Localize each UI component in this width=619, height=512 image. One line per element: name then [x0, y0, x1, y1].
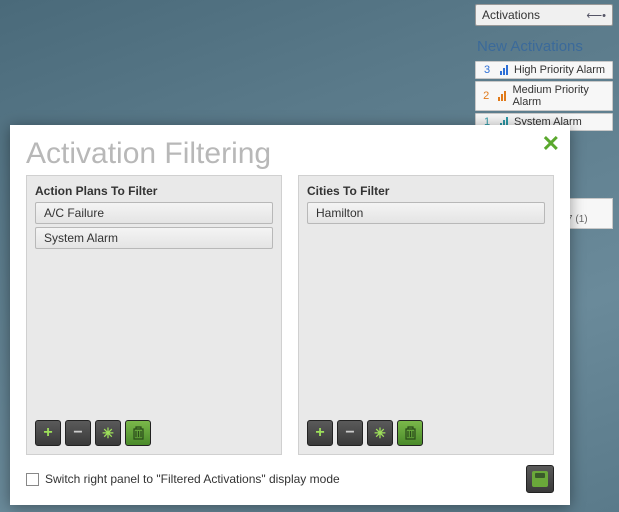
save-button[interactable]: [526, 465, 554, 493]
remove-button[interactable]: −: [65, 420, 91, 446]
trash-icon: [404, 426, 417, 440]
cities-heading: Cities To Filter: [307, 184, 545, 198]
panel-title: Activations: [482, 8, 540, 22]
alarm-row-high[interactable]: 3 High Priority Alarm: [475, 61, 613, 79]
add-button[interactable]: +: [307, 420, 333, 446]
action-plans-heading: Action Plans To Filter: [35, 184, 273, 198]
burst-button[interactable]: ✳: [367, 420, 393, 446]
list-item[interactable]: Hamilton: [307, 202, 545, 224]
new-activations-heading: New Activations: [475, 34, 613, 61]
add-button[interactable]: +: [35, 420, 61, 446]
trash-icon: [132, 426, 145, 440]
list-item[interactable]: System Alarm: [35, 227, 273, 249]
burst-button[interactable]: ✳: [95, 420, 121, 446]
display-mode-checkbox[interactable]: [26, 473, 39, 486]
delete-button[interactable]: [397, 420, 423, 446]
display-mode-option: Switch right panel to "Filtered Activati…: [26, 472, 340, 486]
close-button[interactable]: ✕: [542, 133, 560, 155]
signal-icon: [500, 65, 508, 75]
alarm-count: 3: [480, 64, 494, 76]
display-mode-label: Switch right panel to "Filtered Activati…: [45, 472, 340, 486]
action-plans-column: Action Plans To Filter A/C Failure Syste…: [26, 175, 282, 455]
delete-button[interactable]: [125, 420, 151, 446]
cities-list: Hamilton: [307, 202, 545, 227]
alarm-row-medium[interactable]: 2 Medium Priority Alarm: [475, 81, 613, 111]
signal-icon: [498, 91, 506, 101]
pin-icon[interactable]: ⟵•: [586, 9, 606, 22]
alarm-label: Medium Priority Alarm: [512, 84, 608, 108]
cities-column: Cities To Filter Hamilton + − ✳: [298, 175, 554, 455]
remove-button[interactable]: −: [337, 420, 363, 446]
action-plans-list: A/C Failure System Alarm: [35, 202, 273, 252]
cities-buttons: + − ✳: [307, 420, 545, 446]
list-item[interactable]: A/C Failure: [35, 202, 273, 224]
action-plans-buttons: + − ✳: [35, 420, 273, 446]
alarm-label: High Priority Alarm: [514, 64, 605, 76]
activations-panel-header: Activations ⟵•: [475, 4, 613, 26]
dialog-footer: Switch right panel to "Filtered Activati…: [26, 465, 554, 493]
alarm-count: 2: [480, 90, 492, 102]
dialog-title: Activation Filtering: [26, 137, 554, 171]
save-icon: [532, 471, 548, 487]
activation-filtering-dialog: ✕ Activation Filtering Action Plans To F…: [10, 125, 570, 505]
